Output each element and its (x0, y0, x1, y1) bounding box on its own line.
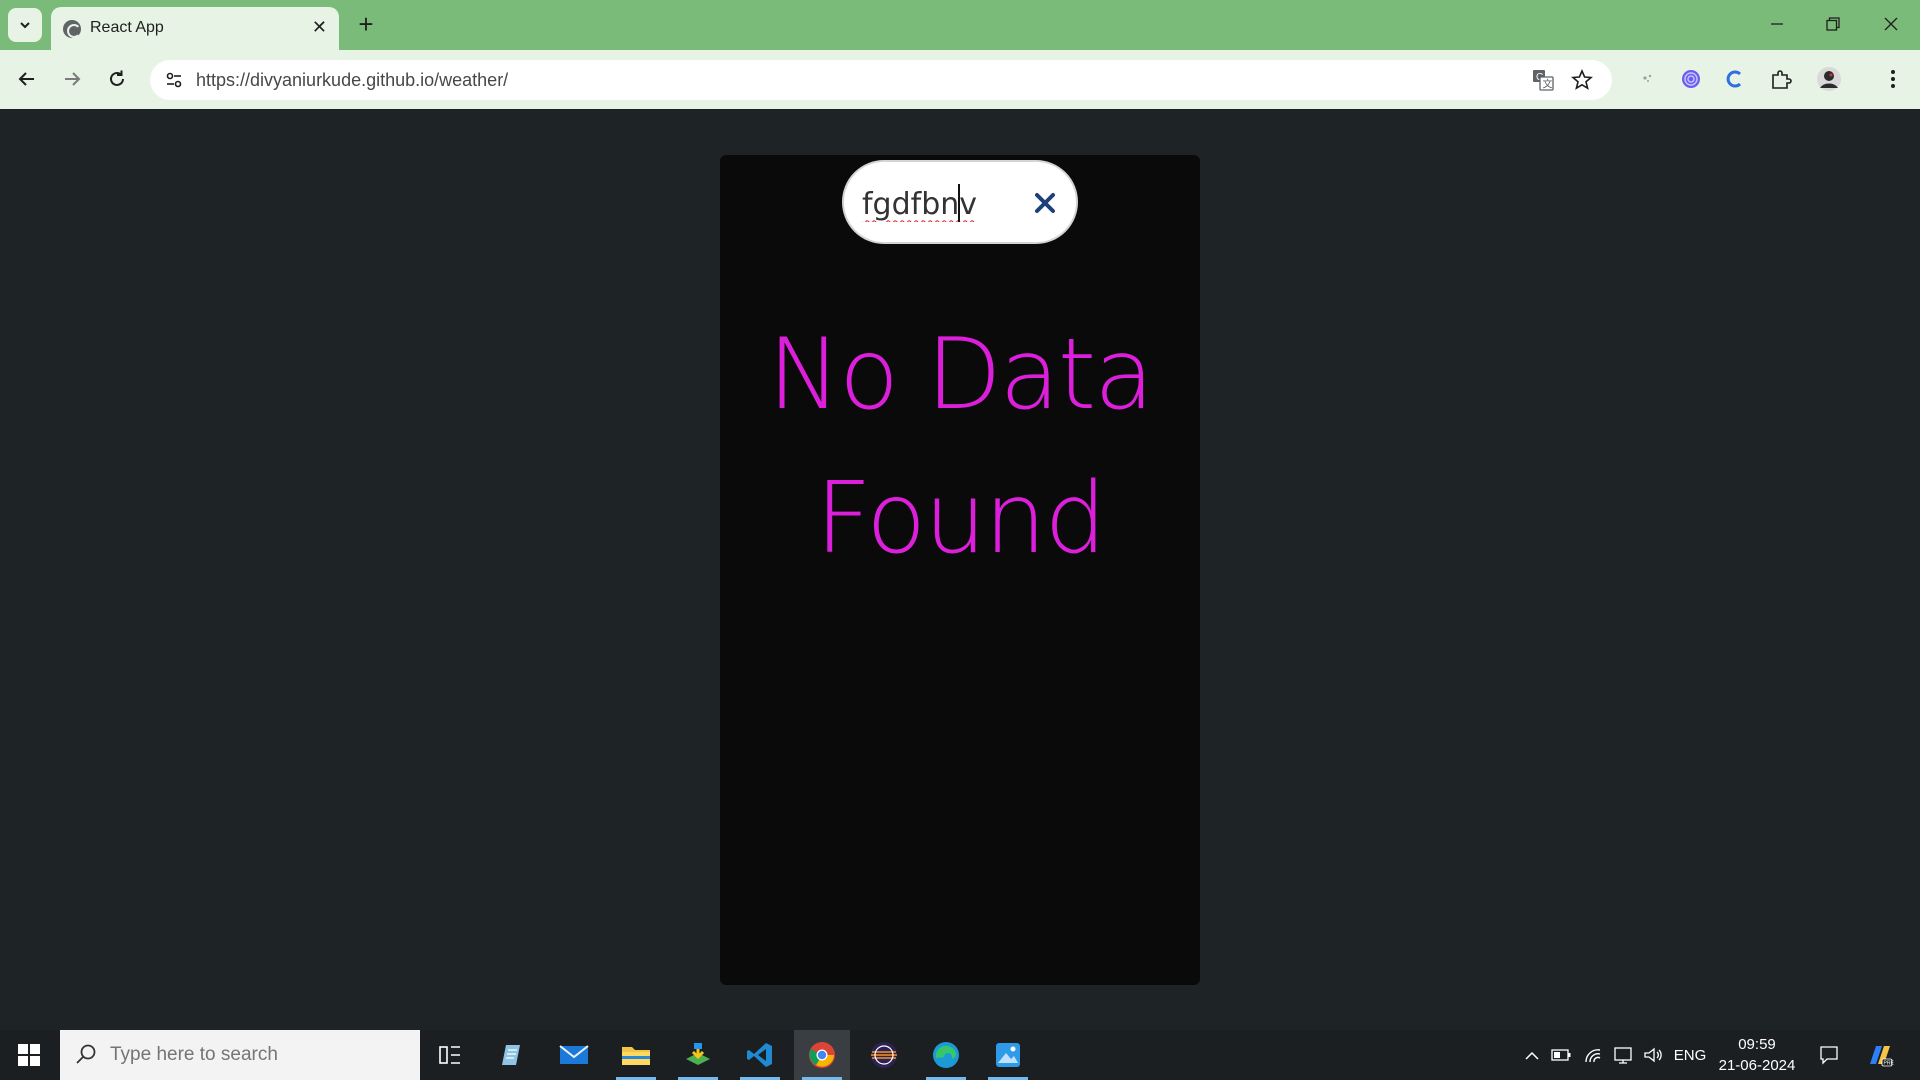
eclipse-icon[interactable] (856, 1030, 912, 1080)
back-icon[interactable] (10, 62, 44, 96)
profile-avatar[interactable] (1812, 62, 1846, 96)
show-hidden-icons-icon[interactable] (1520, 1030, 1544, 1080)
windows-start-icon[interactable] (0, 1030, 58, 1080)
url-field[interactable] (196, 70, 1396, 91)
site-info-icon[interactable] (160, 66, 188, 94)
copilot-icon[interactable]: PRE (1862, 1030, 1898, 1080)
network-icon[interactable] (1610, 1030, 1636, 1080)
edge-icon[interactable] (918, 1030, 974, 1080)
task-view-icon[interactable] (422, 1030, 478, 1080)
taskbar-search[interactable] (60, 1030, 420, 1080)
new-tab-button[interactable]: + (352, 8, 380, 42)
menu-kebab-icon[interactable] (1876, 62, 1910, 96)
clock-date: 21-06-2024 (1718, 1057, 1796, 1074)
clock-time: 09:59 (1738, 1036, 1776, 1053)
tab-close-icon[interactable]: ✕ (312, 17, 327, 38)
extension-swirl-icon[interactable] (1674, 62, 1708, 96)
chevron-down-icon (20, 22, 30, 29)
tab-search-button[interactable] (8, 8, 42, 42)
globe-icon (63, 20, 81, 38)
clear-search-icon[interactable] (1030, 188, 1060, 218)
tab-title: React App (90, 19, 164, 36)
vscode-icon[interactable] (732, 1030, 788, 1080)
no-data-line-1: No Data (767, 318, 1154, 432)
taskbar-search-input[interactable] (110, 1044, 400, 1066)
weather-card: No Data Found (720, 155, 1200, 985)
minimize-icon[interactable] (1754, 10, 1800, 40)
page-viewport: No Data Found (0, 109, 1920, 1030)
browser-toolbar: G文 (0, 50, 1920, 109)
restore-icon[interactable] (1810, 10, 1856, 40)
windows-taskbar: ENG 09:59 21-06-2024 PRE (0, 1030, 1920, 1080)
extensions-puzzle-icon[interactable] (1764, 62, 1798, 96)
mail-icon[interactable] (546, 1030, 602, 1080)
search-box (842, 160, 1078, 244)
extension-c-icon[interactable] (1718, 62, 1752, 96)
language-indicator[interactable]: ENG (1672, 1030, 1708, 1080)
chrome-icon[interactable] (794, 1030, 850, 1080)
forward-icon[interactable] (55, 62, 89, 96)
tab-strip: React App ✕ + (0, 0, 1920, 50)
no-data-line-2: Found (815, 462, 1106, 576)
wifi-icon[interactable] (1580, 1030, 1606, 1080)
translate-icon[interactable]: G文 (1531, 68, 1555, 92)
text-caret (958, 184, 960, 222)
notepad-icon[interactable] (484, 1030, 540, 1080)
installer-icon[interactable] (670, 1030, 726, 1080)
svg-text:PRE: PRE (1884, 1061, 1895, 1067)
svg-text:文: 文 (1543, 78, 1553, 91)
active-tab[interactable]: React App ✕ (51, 7, 339, 50)
no-data-message: No Data Found (720, 303, 1200, 591)
extension-sparkle-icon[interactable] (1630, 62, 1664, 96)
reload-icon[interactable] (100, 62, 134, 96)
battery-icon[interactable] (1548, 1030, 1574, 1080)
search-icon (76, 1044, 96, 1064)
notifications-icon[interactable] (1812, 1030, 1846, 1080)
window-close-icon[interactable] (1868, 10, 1914, 40)
file-explorer-icon[interactable] (608, 1030, 664, 1080)
address-bar[interactable]: G文 (150, 60, 1612, 100)
taskbar-clock[interactable]: 09:59 21-06-2024 (1712, 1034, 1802, 1076)
bookmark-star-icon[interactable] (1570, 68, 1594, 92)
city-search-input[interactable] (862, 184, 1012, 224)
photos-icon[interactable] (980, 1030, 1036, 1080)
volume-icon[interactable] (1640, 1030, 1666, 1080)
